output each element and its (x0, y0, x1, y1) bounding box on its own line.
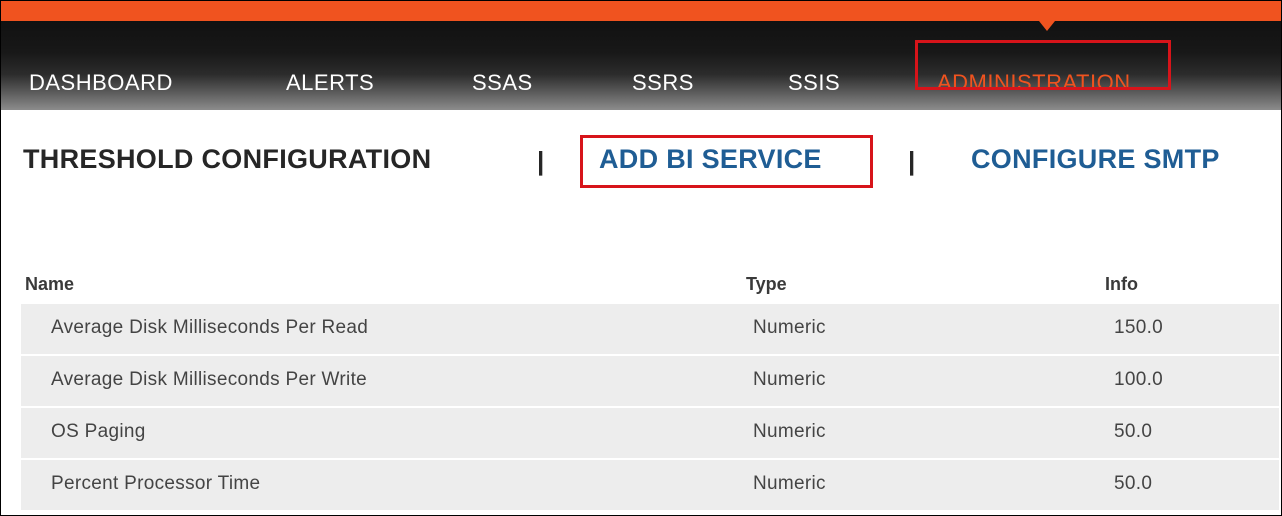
row-type: Numeric (753, 421, 826, 442)
active-nav-pointer-icon (1039, 21, 1055, 31)
column-header-info: Info (1105, 274, 1138, 294)
table-row[interactable]: Average Disk Milliseconds Per Write Nume… (21, 356, 1279, 408)
row-name: Average Disk Milliseconds Per Read (51, 317, 369, 338)
row-name: Average Disk Milliseconds Per Write (51, 369, 368, 390)
table-row[interactable]: Average Disk Milliseconds Per Read Numer… (21, 304, 1279, 356)
subnav-separator: | (537, 146, 545, 176)
row-type: Numeric (753, 369, 826, 390)
row-type: Numeric (753, 473, 826, 494)
app-frame: DASHBOARD ALERTS SSAS SSRS SSIS ADMINIST… (0, 0, 1282, 516)
subnav-configure-smtp[interactable]: CONFIGURE SMTP (971, 144, 1220, 175)
nav-item-ssis[interactable]: SSIS (788, 70, 840, 96)
row-info: 150.0 (1114, 317, 1164, 338)
row-info: 50.0 (1114, 473, 1153, 494)
table-row[interactable]: Percent Processor Time Numeric 50.0 (21, 460, 1279, 512)
column-header-name: Name (25, 274, 75, 294)
table-row[interactable]: OS Paging Numeric 50.0 (21, 408, 1279, 460)
row-info: 100.0 (1114, 369, 1164, 390)
nav-item-ssas[interactable]: SSAS (472, 70, 533, 96)
row-info: 50.0 (1114, 421, 1153, 442)
nav-item-alerts[interactable]: ALERTS (286, 70, 374, 96)
row-name: Percent Processor Time (51, 473, 261, 494)
administration-highlight-box (915, 40, 1171, 90)
nav-item-dashboard[interactable]: DASHBOARD (29, 70, 173, 96)
subnav-separator: | (908, 146, 916, 176)
row-name: OS Paging (51, 421, 146, 442)
add-bi-service-highlight-box (580, 135, 873, 188)
top-accent-bar (1, 1, 1281, 21)
subnav-threshold-configuration[interactable]: THRESHOLD CONFIGURATION (23, 144, 431, 175)
column-header-type: Type (746, 274, 787, 294)
nav-item-ssrs[interactable]: SSRS (632, 70, 694, 96)
row-type: Numeric (753, 317, 826, 338)
